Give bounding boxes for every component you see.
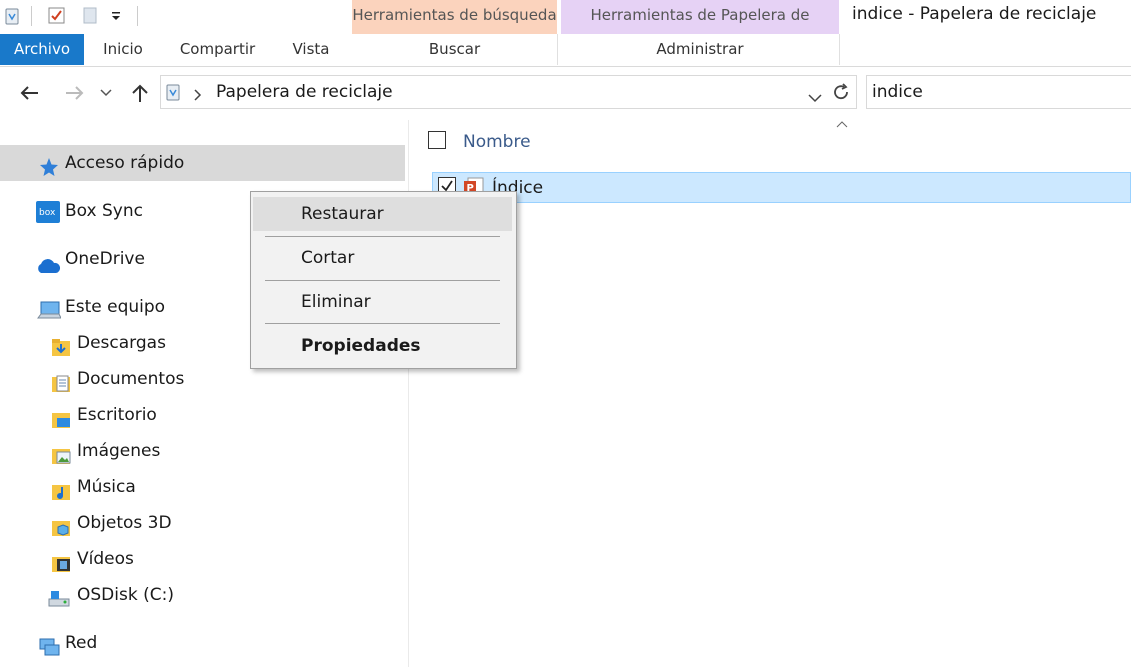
qat-divider — [31, 6, 32, 26]
sidebar-item-label: Red — [65, 633, 98, 653]
context-tab-search-tools: Herramientas de búsqueda — [352, 0, 557, 34]
sidebar-item-label: Imágenes — [77, 441, 161, 461]
qat-divider-2 — [137, 6, 138, 26]
context-tab-recycle-tools: Herramientas de Papelera de reciclaje — [561, 0, 839, 54]
menu-divider — [265, 280, 500, 281]
window-title: indice - Papelera de reciclaje — [852, 4, 1097, 24]
sidebar-item-label: Documentos — [77, 369, 185, 389]
tab-administrar[interactable]: Administrar — [561, 34, 839, 65]
sort-ascending-icon — [836, 118, 848, 131]
up-button[interactable] — [127, 80, 153, 106]
sidebar-item-label: Descargas — [77, 333, 166, 353]
menu-item-label: Eliminar — [301, 292, 371, 312]
recycle-bin-icon — [3, 6, 21, 25]
sidebar-item-label: Escritorio — [77, 405, 157, 425]
svg-text:box: box — [39, 208, 56, 218]
new-folder-icon[interactable] — [82, 6, 100, 24]
computer-icon — [37, 298, 62, 319]
menu-item-eliminar[interactable]: Eliminar — [253, 285, 512, 319]
sidebar-item-label: Música — [77, 477, 136, 497]
address-dropdown-icon[interactable] — [808, 88, 822, 107]
ribbon-divider — [839, 34, 840, 65]
sidebar-item-videos[interactable]: Vídeos — [0, 541, 405, 577]
menu-item-restaurar[interactable]: Restaurar — [253, 197, 512, 231]
documents-folder-icon — [51, 370, 70, 392]
ribbon-divider — [557, 34, 558, 65]
sidebar-item-label: OSDisk (C:) — [77, 585, 174, 605]
back-button[interactable] — [16, 80, 42, 106]
menu-item-label: Restaurar — [301, 204, 384, 224]
sidebar-item-quick-access[interactable]: Acceso rápido — [0, 145, 405, 181]
recent-locations-chevron-icon[interactable] — [96, 80, 116, 106]
3d-objects-folder-icon — [51, 514, 70, 536]
sidebar-item-imagenes[interactable]: Imágenes — [0, 433, 405, 469]
box-icon: box — [36, 200, 60, 223]
cloud-icon — [35, 251, 61, 273]
forward-button[interactable] — [62, 80, 88, 106]
videos-folder-icon — [51, 550, 70, 572]
tab-compartir[interactable]: Compartir — [170, 34, 265, 65]
menu-divider — [265, 236, 500, 237]
tab-inicio[interactable]: Inicio — [94, 34, 152, 65]
sidebar-item-red[interactable]: Red — [0, 625, 405, 661]
tab-buscar[interactable]: Buscar — [352, 34, 557, 65]
refresh-button[interactable] — [826, 75, 857, 109]
sidebar-item-label: Acceso rápido — [65, 153, 185, 173]
menu-item-label: Cortar — [301, 248, 355, 268]
menu-item-propiedades[interactable]: Propiedades — [253, 329, 512, 363]
sidebar-item-objetos-3d[interactable]: Objetos 3D — [0, 505, 405, 541]
menu-divider — [265, 323, 500, 324]
downloads-folder-icon — [51, 334, 70, 356]
drive-icon — [47, 586, 71, 607]
tab-vista[interactable]: Vista — [283, 34, 339, 65]
network-icon — [37, 634, 61, 656]
qat-dropdown-icon[interactable] — [110, 7, 122, 26]
star-icon — [39, 154, 58, 176]
properties-icon[interactable] — [48, 6, 66, 24]
sidebar-item-osdisk[interactable]: OSDisk (C:) — [0, 577, 405, 613]
music-folder-icon — [51, 478, 70, 500]
sidebar-item-label: Este equipo — [65, 297, 166, 317]
breadcrumb[interactable]: Papelera de reciclaje — [216, 82, 393, 102]
pictures-folder-icon — [51, 442, 71, 464]
sidebar-item-label: Vídeos — [77, 549, 134, 569]
sidebar-item-label: OneDrive — [65, 249, 145, 269]
column-header-name[interactable]: Nombre — [463, 132, 531, 152]
recycle-bin-icon — [164, 82, 182, 101]
menu-item-label: Propiedades — [301, 336, 421, 356]
menu-item-cortar[interactable]: Cortar — [253, 241, 512, 275]
search-input-value: indice — [872, 82, 923, 102]
select-all-checkbox[interactable] — [428, 131, 446, 149]
sidebar-item-label: Box Sync — [65, 201, 143, 221]
desktop-folder-icon — [51, 406, 70, 428]
tab-archivo[interactable]: Archivo — [0, 34, 84, 65]
sidebar-item-escritorio[interactable]: Escritorio — [0, 397, 405, 433]
sidebar-item-musica[interactable]: Música — [0, 469, 405, 505]
sidebar-item-label: Objetos 3D — [77, 513, 172, 533]
breadcrumb-chevron-icon[interactable] — [194, 86, 202, 105]
